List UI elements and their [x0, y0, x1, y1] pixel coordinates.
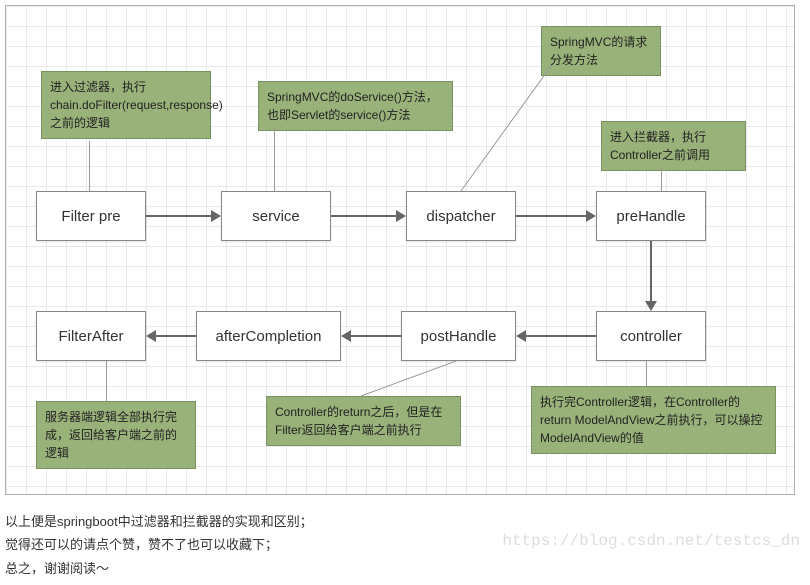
- connector: [356, 361, 466, 401]
- node-prehandle: preHandle: [596, 191, 706, 241]
- anno-service: SpringMVC的doService()方法，也即Servlet的servic…: [258, 81, 453, 131]
- anno-filter-after: 服务器端逻辑全部执行完成，返回给客户端之前的逻辑: [36, 401, 196, 469]
- arrow-line: [650, 241, 652, 301]
- anno-filter-pre: 进入过滤器，执行chain.doFilter(request,response)…: [41, 71, 211, 139]
- watermark: https://blog.csdn.net/testcs_dn: [502, 532, 800, 550]
- connector: [89, 141, 90, 191]
- node-controller: controller: [596, 311, 706, 361]
- arrow-head: [645, 301, 657, 311]
- node-posthandle: postHandle: [401, 311, 516, 361]
- connector: [106, 361, 107, 401]
- footer-line: 总之，谢谢阅读～: [5, 557, 805, 580]
- arrow-line: [146, 215, 211, 217]
- arrow-head: [211, 210, 221, 222]
- flow-diagram: 进入过滤器，执行chain.doFilter(request,response)…: [5, 5, 795, 495]
- arrow-head: [146, 330, 156, 342]
- arrow-line: [516, 215, 586, 217]
- node-filter-after: FilterAfter: [36, 311, 146, 361]
- arrow-head: [516, 330, 526, 342]
- connector: [661, 166, 662, 191]
- connector: [646, 361, 647, 386]
- connector: [456, 66, 566, 196]
- arrow-line: [351, 335, 401, 337]
- arrow-line: [156, 335, 196, 337]
- node-filter-pre: Filter pre: [36, 191, 146, 241]
- arrow-head: [586, 210, 596, 222]
- connector: [274, 126, 275, 191]
- arrow-head: [396, 210, 406, 222]
- node-aftercompletion: afterCompletion: [196, 311, 341, 361]
- anno-prehandle: 进入拦截器，执行Controller之前调用: [601, 121, 746, 171]
- arrow-line: [526, 335, 596, 337]
- anno-controller: 执行完Controller逻辑，在Controller的return Model…: [531, 386, 776, 454]
- arrow-head: [341, 330, 351, 342]
- arrow-line: [331, 215, 396, 217]
- footer-line: 以上便是springboot中过滤器和拦截器的实现和区别；: [5, 510, 805, 533]
- anno-posthandle: Controller的return之后，但是在Filter返回给客户端之前执行: [266, 396, 461, 446]
- node-dispatcher: dispatcher: [406, 191, 516, 241]
- node-service: service: [221, 191, 331, 241]
